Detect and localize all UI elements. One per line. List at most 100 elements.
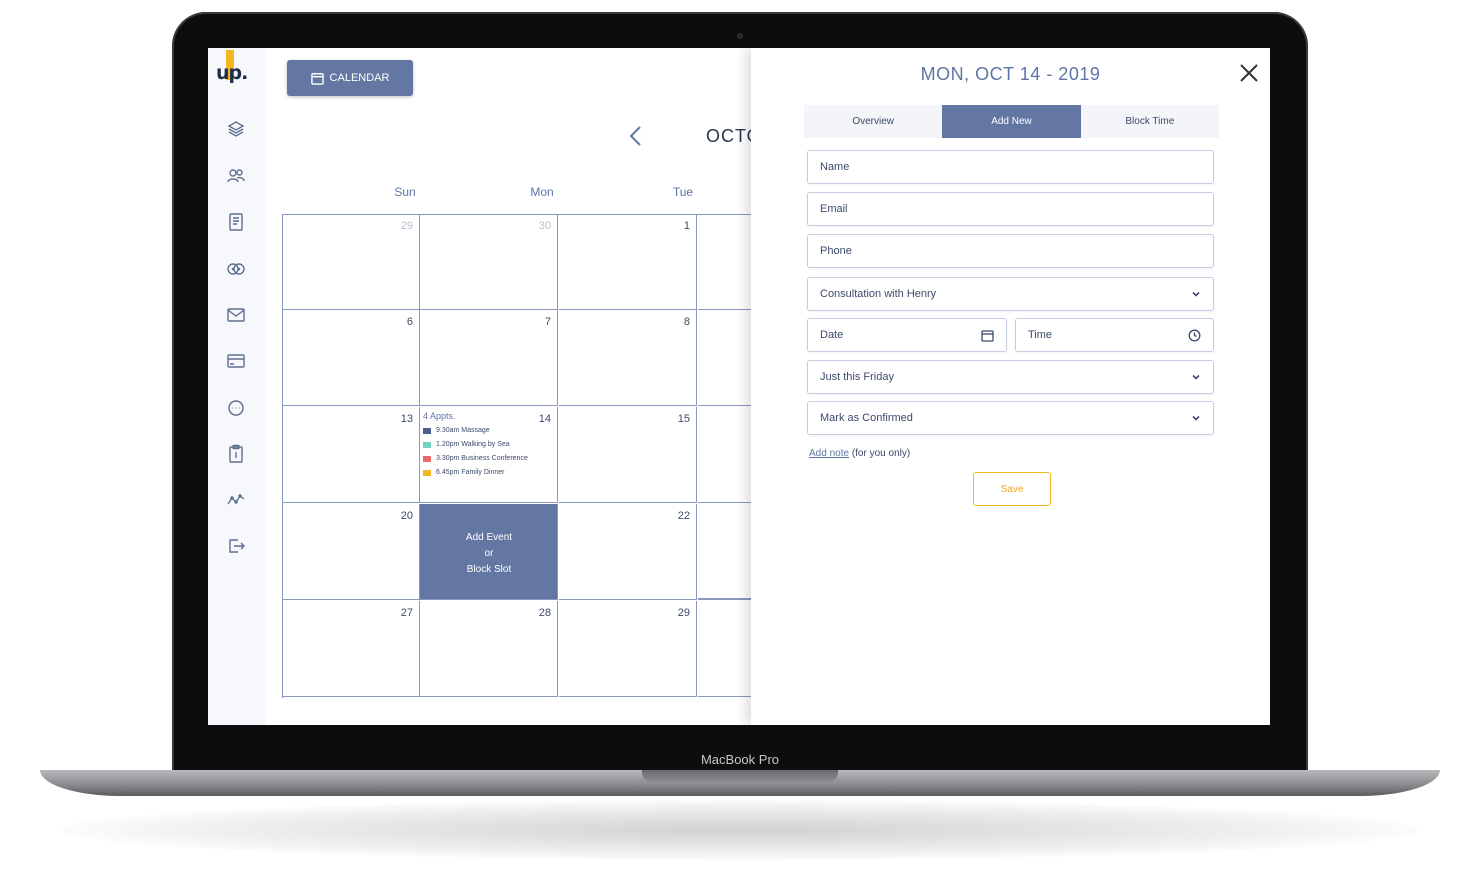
day-number: 22 (677, 510, 690, 522)
panel-tabs: Overview Add New Block Time (804, 105, 1219, 138)
day-number: 7 (544, 316, 551, 328)
phone-placeholder: Phone (820, 245, 852, 257)
day-cell[interactable]: 1 (559, 214, 697, 310)
card-icon[interactable] (225, 350, 247, 372)
chevron-down-icon (1191, 289, 1201, 299)
appointment-item[interactable]: 9.30am Massage (423, 424, 528, 438)
day-cell[interactable]: 30 (420, 214, 558, 310)
appointment-label: 1.20pm Walking by Sea (436, 441, 510, 448)
repeat-select[interactable]: Just this Friday (807, 360, 1214, 394)
event-panel: MON, OCT 14 - 2019 Overview Add New Bloc… (751, 48, 1270, 725)
phone-field[interactable]: Phone (807, 234, 1214, 268)
or-label: or (484, 548, 494, 559)
day-cell[interactable]: 15 (559, 407, 697, 503)
time-field[interactable]: Time (1015, 318, 1214, 352)
email-placeholder: Email (820, 203, 848, 215)
color-swatch (423, 442, 431, 448)
day-cell[interactable]: 27 (282, 601, 420, 697)
close-icon[interactable] (1238, 62, 1260, 84)
day-number: 30 (538, 220, 551, 232)
day-number: 14 (538, 413, 551, 425)
logo[interactable]: up. (216, 62, 248, 84)
mail-icon[interactable] (225, 304, 247, 326)
day-cell[interactable]: 8 (559, 310, 697, 406)
day-number: 1 (683, 220, 690, 232)
tab-overview[interactable]: Overview (804, 105, 942, 138)
day-number: 13 (400, 413, 413, 425)
day-cell[interactable]: 29 (282, 214, 420, 310)
save-button[interactable]: Save (973, 472, 1051, 506)
color-swatch (423, 428, 431, 434)
day-number: 29 (400, 220, 413, 232)
day-cell[interactable]: 20 (282, 504, 420, 600)
day-number: 8 (683, 316, 690, 328)
block-slot-label: Block Slot (466, 564, 512, 575)
status-value: Mark as Confirmed (820, 412, 913, 424)
panel-title: MON, OCT 14 - 2019 (920, 64, 1101, 84)
appointment-label: 6.45pm Family Dinner (436, 469, 505, 476)
add-note-link[interactable]: Add note (809, 448, 849, 459)
message-icon[interactable] (225, 397, 247, 419)
sidebar: up. (208, 48, 266, 725)
date-field[interactable]: Date (807, 318, 1007, 352)
laptop-notch (642, 770, 838, 782)
time-placeholder: Time (1028, 329, 1053, 341)
weekday-sun: Sun (394, 185, 416, 199)
status-select[interactable]: Mark as Confirmed (807, 401, 1214, 435)
appointment-label: 3.30pm Business Conference (436, 455, 528, 462)
day-cell[interactable]: 29 (559, 601, 697, 697)
appointment-label: 9.30am Massage (436, 427, 490, 434)
appointment-count[interactable]: 4 Appts. (423, 411, 528, 421)
day-number: 20 (400, 510, 413, 522)
name-placeholder: Name (820, 161, 850, 173)
appointment-item[interactable]: 3.30pm Business Conference (423, 452, 528, 466)
layers-icon[interactable] (225, 118, 247, 140)
name-field[interactable]: Name (807, 150, 1214, 184)
calendar-button-label: CALENDAR (329, 72, 390, 84)
document-icon[interactable] (225, 211, 247, 233)
day-cell[interactable]: 6 (282, 310, 420, 406)
add-event-text: Add Event or Block Slot (420, 530, 558, 578)
day-cell[interactable]: 13 (282, 407, 420, 503)
camera (737, 33, 743, 39)
calendar-button[interactable]: CALENDAR (287, 60, 413, 96)
day-cell[interactable]: 28 (420, 601, 558, 697)
add-event-cell[interactable]: Add Event or Block Slot (420, 504, 558, 600)
note-suffix: (for you only) (849, 448, 911, 459)
email-field[interactable]: Email (807, 192, 1214, 226)
add-event-label: Add Event (465, 532, 513, 543)
chevron-down-icon (1191, 372, 1201, 382)
weekday-mon: Mon (530, 185, 554, 199)
analytics-icon[interactable] (225, 489, 247, 511)
day-cell[interactable]: 22 (559, 504, 697, 600)
day-cell[interactable]: 7 (420, 310, 558, 406)
day-number: 6 (406, 316, 413, 328)
tab-block-time[interactable]: Block Time (1081, 105, 1219, 138)
clipboard-icon[interactable] (225, 443, 247, 465)
calendar-icon (310, 72, 324, 85)
logout-icon[interactable] (225, 535, 247, 557)
laptop-shadow (60, 800, 1420, 860)
note-row: Add note (for you only) (809, 448, 910, 459)
appointment-item[interactable]: 6.45pm Family Dinner (423, 466, 528, 480)
prev-month-icon[interactable] (626, 124, 646, 148)
weekday-tue: Tue (672, 185, 694, 199)
day-number: 29 (677, 607, 690, 619)
clock-icon (1188, 329, 1201, 342)
users-icon[interactable] (225, 165, 247, 187)
day-number: 15 (677, 413, 690, 425)
service-select[interactable]: Consultation with Henry (807, 277, 1214, 311)
day-cell-appointments[interactable]: 14 4 Appts. 9.30am Massage 1.20pm Walkin… (420, 407, 558, 503)
app-screen: up. CALENDAR OCTO Sun Mon Tue 29 30 1 6 … (208, 48, 1270, 725)
tab-add-new[interactable]: Add New (942, 105, 1081, 138)
chat-bubbles-icon[interactable] (225, 258, 247, 280)
repeat-value: Just this Friday (820, 371, 894, 383)
date-placeholder: Date (820, 329, 844, 341)
device-label: MacBook Pro (700, 752, 780, 767)
service-value: Consultation with Henry (820, 288, 937, 300)
day-number: 28 (538, 607, 551, 619)
calendar-icon (981, 329, 994, 342)
day-number: 27 (400, 607, 413, 619)
appointment-list: 4 Appts. 9.30am Massage 1.20pm Walking b… (423, 411, 528, 480)
appointment-item[interactable]: 1.20pm Walking by Sea (423, 438, 528, 452)
